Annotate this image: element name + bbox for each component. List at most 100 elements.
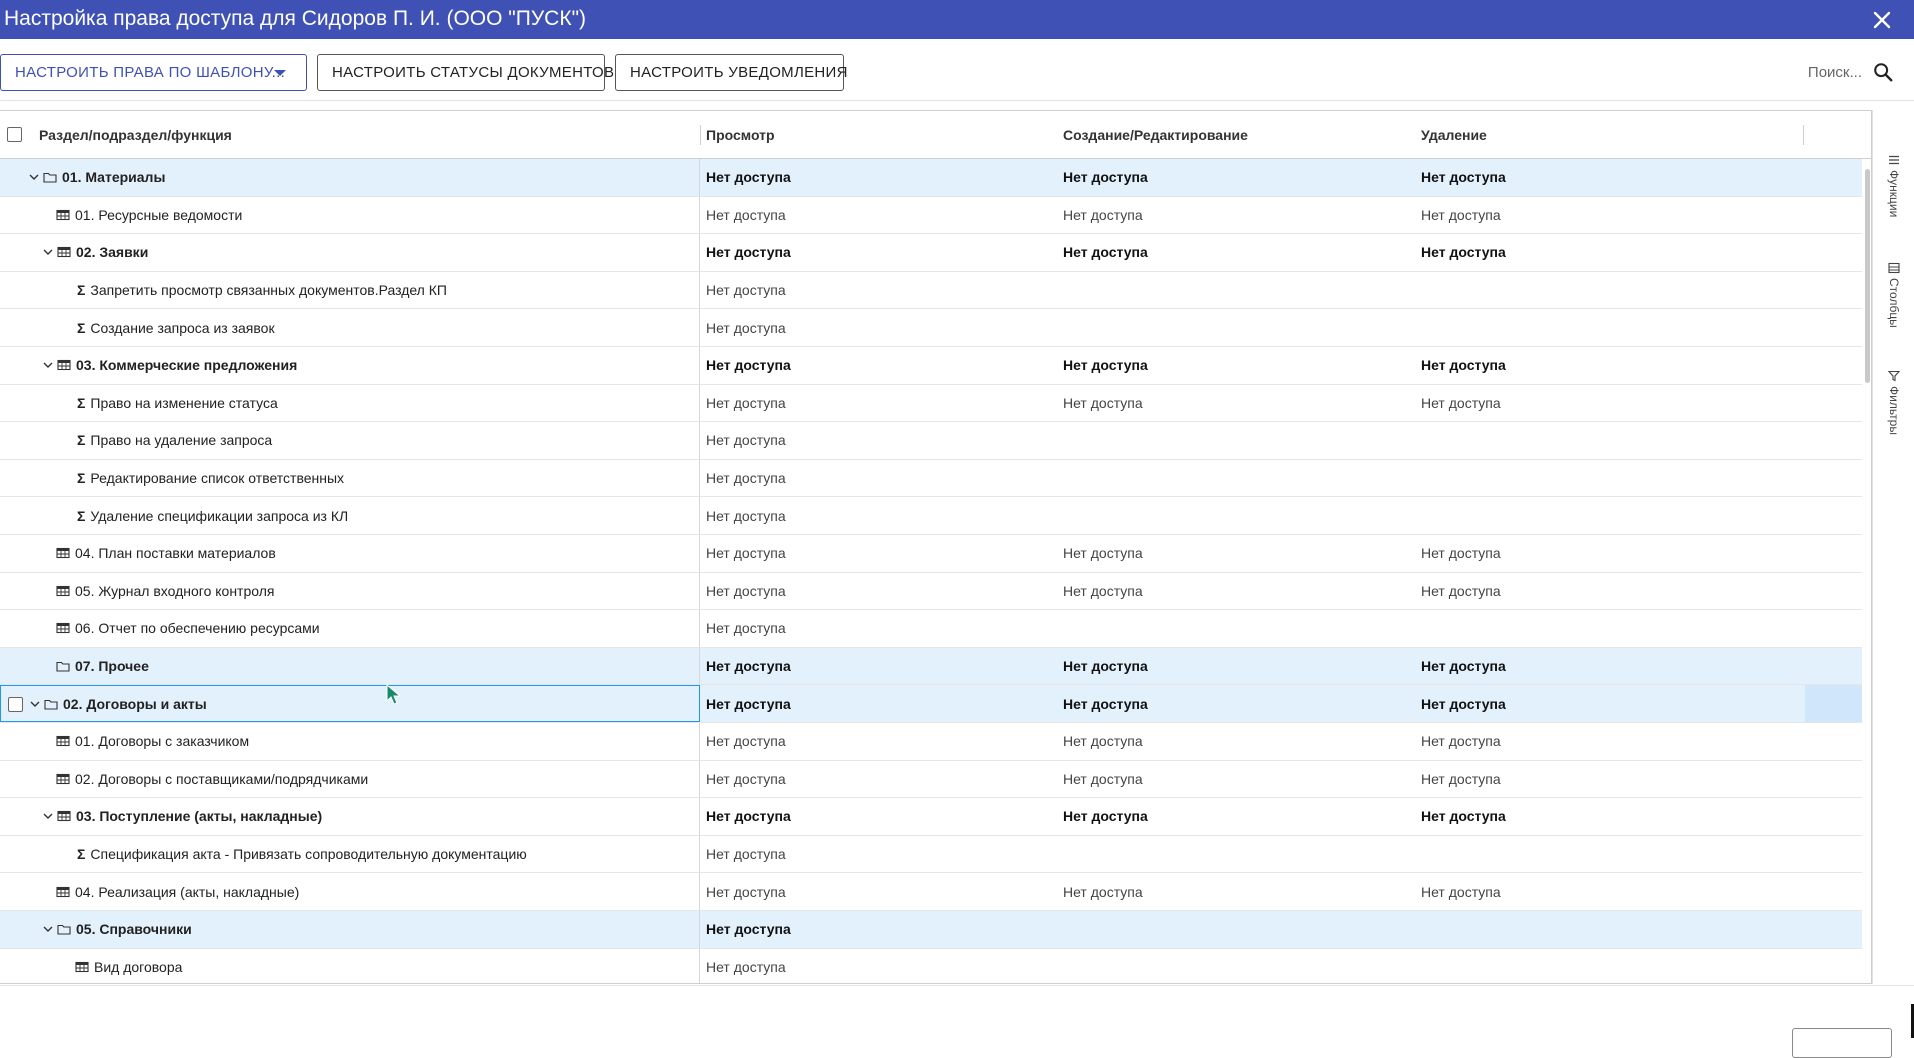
vertical-scrollbar[interactable] bbox=[1863, 159, 1871, 983]
column-separator[interactable] bbox=[1803, 125, 1804, 145]
view-permission-cell[interactable]: Нет доступа bbox=[706, 535, 786, 572]
view-permission-cell[interactable]: Нет доступа bbox=[706, 347, 791, 384]
view-permission-cell[interactable]: Нет доступа bbox=[706, 460, 786, 497]
view-permission-cell[interactable]: Нет доступа bbox=[706, 197, 786, 234]
select-all-checkbox[interactable] bbox=[7, 127, 22, 142]
table-row[interactable]: 01. Ресурсные ведомости Нет доступа Нет до… bbox=[0, 196, 1862, 235]
column-separator[interactable] bbox=[700, 125, 701, 145]
section-cell[interactable]: 02. Заявки bbox=[0, 234, 700, 271]
chevron-down-icon[interactable] bbox=[27, 170, 41, 184]
column-header-edit[interactable]: Создание/Редактирование bbox=[1063, 127, 1248, 143]
view-permission-cell[interactable]: Нет доступа bbox=[706, 385, 786, 422]
view-permission-cell[interactable]: Нет доступа bbox=[706, 949, 786, 983]
section-cell[interactable]: 02. Договоры с поставщиками/подрядчиками bbox=[0, 760, 700, 798]
edit-permission-cell[interactable]: Нет доступа bbox=[1063, 197, 1143, 234]
table-row[interactable]: 04. План поставки материалов Нет доступа Н… bbox=[0, 535, 1862, 573]
edit-permission-cell[interactable]: Нет доступа bbox=[1063, 535, 1143, 572]
edit-permission-cell[interactable]: Нет доступа bbox=[1063, 723, 1143, 760]
table-row[interactable]: Σ Редактирование список ответственных Нет … bbox=[0, 459, 1862, 498]
delete-permission-cell[interactable]: Нет доступа bbox=[1421, 573, 1501, 610]
edit-permission-cell[interactable]: Нет доступа bbox=[1063, 798, 1148, 835]
section-cell[interactable]: Σ Право на изменение статуса bbox=[0, 384, 700, 422]
view-permission-cell[interactable]: Нет доступа bbox=[706, 234, 791, 271]
section-cell[interactable]: Σ Спецификация акта - Привязать сопроводи… bbox=[0, 835, 700, 873]
view-permission-cell[interactable]: Нет доступа bbox=[706, 573, 786, 610]
table-row[interactable]: 03. Поступление (акты, накладные) Нет дос… bbox=[0, 798, 1862, 836]
section-cell[interactable]: 06. Отчет по обеспечению ресурсами bbox=[0, 610, 700, 647]
column-header-delete[interactable]: Удаление bbox=[1421, 127, 1487, 143]
delete-permission-cell[interactable]: Нет доступа bbox=[1421, 685, 1506, 722]
table-row[interactable]: 06. Отчет по обеспечению ресурсами Нет до… bbox=[0, 610, 1862, 648]
edit-permission-cell[interactable]: Нет доступа bbox=[1063, 761, 1143, 798]
table-row[interactable]: 01. Договоры с заказчиком Нет доступа Нет … bbox=[0, 723, 1862, 761]
view-permission-cell[interactable]: Нет доступа bbox=[706, 685, 791, 722]
delete-permission-cell[interactable]: Нет доступа bbox=[1421, 197, 1501, 234]
edit-permission-cell[interactable]: Нет доступа bbox=[1063, 234, 1148, 271]
column-header-view[interactable]: Просмотр bbox=[706, 127, 775, 143]
chevron-down-icon[interactable] bbox=[28, 697, 42, 711]
view-permission-cell[interactable]: Нет доступа bbox=[706, 159, 791, 196]
section-cell[interactable]: 01. Договоры с заказчиком bbox=[0, 723, 700, 760]
footer-action-button[interactable] bbox=[1792, 1028, 1892, 1058]
tab-functions[interactable]: Функции bbox=[1873, 154, 1914, 217]
view-permission-cell[interactable]: Нет доступа bbox=[706, 309, 786, 346]
delete-permission-cell[interactable]: Нет доступа bbox=[1421, 535, 1501, 572]
section-cell[interactable]: 01. Ресурсные ведомости bbox=[0, 196, 700, 234]
notifications-button[interactable]: НАСТРОИТЬ УВЕДОМЛЕНИЯ bbox=[615, 54, 847, 91]
tab-columns[interactable]: Столбцы bbox=[1873, 262, 1914, 328]
table-row[interactable]: 05. Справочники Нет доступа bbox=[0, 911, 1862, 949]
section-cell[interactable]: 05. Журнал входного контроля bbox=[0, 572, 700, 610]
table-row[interactable]: 03. Коммерческие предложения Нет доступа Н… bbox=[0, 347, 1862, 385]
table-row[interactable]: 01. Материалы Нет доступа Нет доступа Нет д… bbox=[0, 159, 1862, 197]
section-cell[interactable]: 04. План поставки материалов bbox=[0, 535, 700, 572]
section-cell[interactable]: 05. Справочники bbox=[0, 911, 700, 948]
table-row[interactable]: Вид договора Нет доступа bbox=[0, 948, 1862, 983]
view-permission-cell[interactable]: Нет доступа bbox=[706, 911, 791, 948]
view-permission-cell[interactable]: Нет доступа bbox=[706, 610, 786, 647]
edit-permission-cell[interactable]: Нет доступа bbox=[1063, 648, 1148, 685]
delete-permission-cell[interactable]: Нет доступа bbox=[1421, 723, 1501, 760]
tab-filters[interactable]: Фильтры bbox=[1873, 370, 1914, 435]
table-row[interactable]: Σ Право на изменение статуса Нет доступа Не… bbox=[0, 384, 1862, 423]
delete-permission-cell[interactable]: Нет доступа bbox=[1421, 761, 1501, 798]
delete-permission-cell[interactable]: Нет доступа bbox=[1421, 385, 1501, 422]
view-permission-cell[interactable]: Нет доступа bbox=[706, 497, 786, 534]
view-permission-cell[interactable]: Нет доступа bbox=[706, 648, 791, 685]
table-row[interactable]: 05. Журнал входного контроля Нет доступа Н… bbox=[0, 572, 1862, 611]
view-permission-cell[interactable]: Нет доступа bbox=[706, 723, 786, 760]
section-cell[interactable]: Σ Редактирование список ответственных bbox=[0, 459, 700, 497]
search-input[interactable]: Поиск... bbox=[1808, 64, 1862, 81]
section-cell[interactable]: 01. Материалы bbox=[0, 159, 700, 196]
view-permission-cell[interactable]: Нет доступа bbox=[706, 761, 786, 798]
delete-permission-cell[interactable]: Нет доступа bbox=[1421, 873, 1501, 910]
section-cell[interactable]: 03. Коммерческие предложения bbox=[0, 347, 700, 384]
edit-permission-cell[interactable]: Нет доступа bbox=[1063, 573, 1143, 610]
chevron-down-icon[interactable] bbox=[41, 245, 55, 259]
section-cell[interactable]: 07. Прочее bbox=[0, 647, 700, 685]
close-icon[interactable] bbox=[1870, 8, 1894, 32]
scrollbar-thumb[interactable] bbox=[1865, 169, 1870, 383]
section-cell[interactable]: Σ Право на удаление запроса bbox=[0, 422, 700, 459]
row-checkbox[interactable] bbox=[8, 697, 23, 713]
view-permission-cell[interactable]: Нет доступа bbox=[706, 422, 786, 459]
section-cell[interactable]: 03. Поступление (акты, накладные) bbox=[0, 798, 700, 835]
edit-permission-cell[interactable]: Нет доступа bbox=[1063, 347, 1148, 384]
section-cell[interactable]: Σ Удаление спецификации запроса из КЛ bbox=[0, 497, 700, 534]
view-permission-cell[interactable]: Нет доступа bbox=[706, 798, 791, 835]
table-row[interactable]: 02. Договоры с поставщиками/подрядчиками… bbox=[0, 760, 1862, 799]
template-rights-dropdown[interactable]: НАСТРОИТЬ ПРАВА ПО ШАБЛОНУ... bbox=[0, 54, 307, 91]
search-icon[interactable] bbox=[1872, 61, 1894, 83]
section-cell[interactable]: 04. Реализация (акты, накладные) bbox=[0, 873, 700, 910]
section-cell[interactable]: Σ Запретить просмотр связанных документов… bbox=[0, 271, 700, 309]
column-header-section[interactable]: Раздел/подраздел/функция bbox=[39, 127, 232, 143]
view-permission-cell[interactable]: Нет доступа bbox=[706, 873, 786, 910]
delete-permission-cell[interactable]: Нет доступа bbox=[1421, 648, 1506, 685]
edit-permission-cell[interactable]: Нет доступа bbox=[1063, 385, 1143, 422]
table-row[interactable]: Σ Запретить просмотр связанных документов… bbox=[0, 271, 1862, 310]
section-cell[interactable]: Σ Создание запроса из заявок bbox=[0, 309, 700, 346]
table-row[interactable]: 04. Реализация (акты, накладные) Нет дост… bbox=[0, 873, 1862, 911]
edit-permission-cell[interactable]: Нет доступа bbox=[1063, 685, 1148, 722]
section-cell[interactable]: Вид договора bbox=[0, 948, 700, 983]
edit-permission-cell[interactable]: Нет доступа bbox=[1063, 159, 1148, 196]
search-box[interactable]: Поиск... bbox=[1808, 61, 1894, 83]
